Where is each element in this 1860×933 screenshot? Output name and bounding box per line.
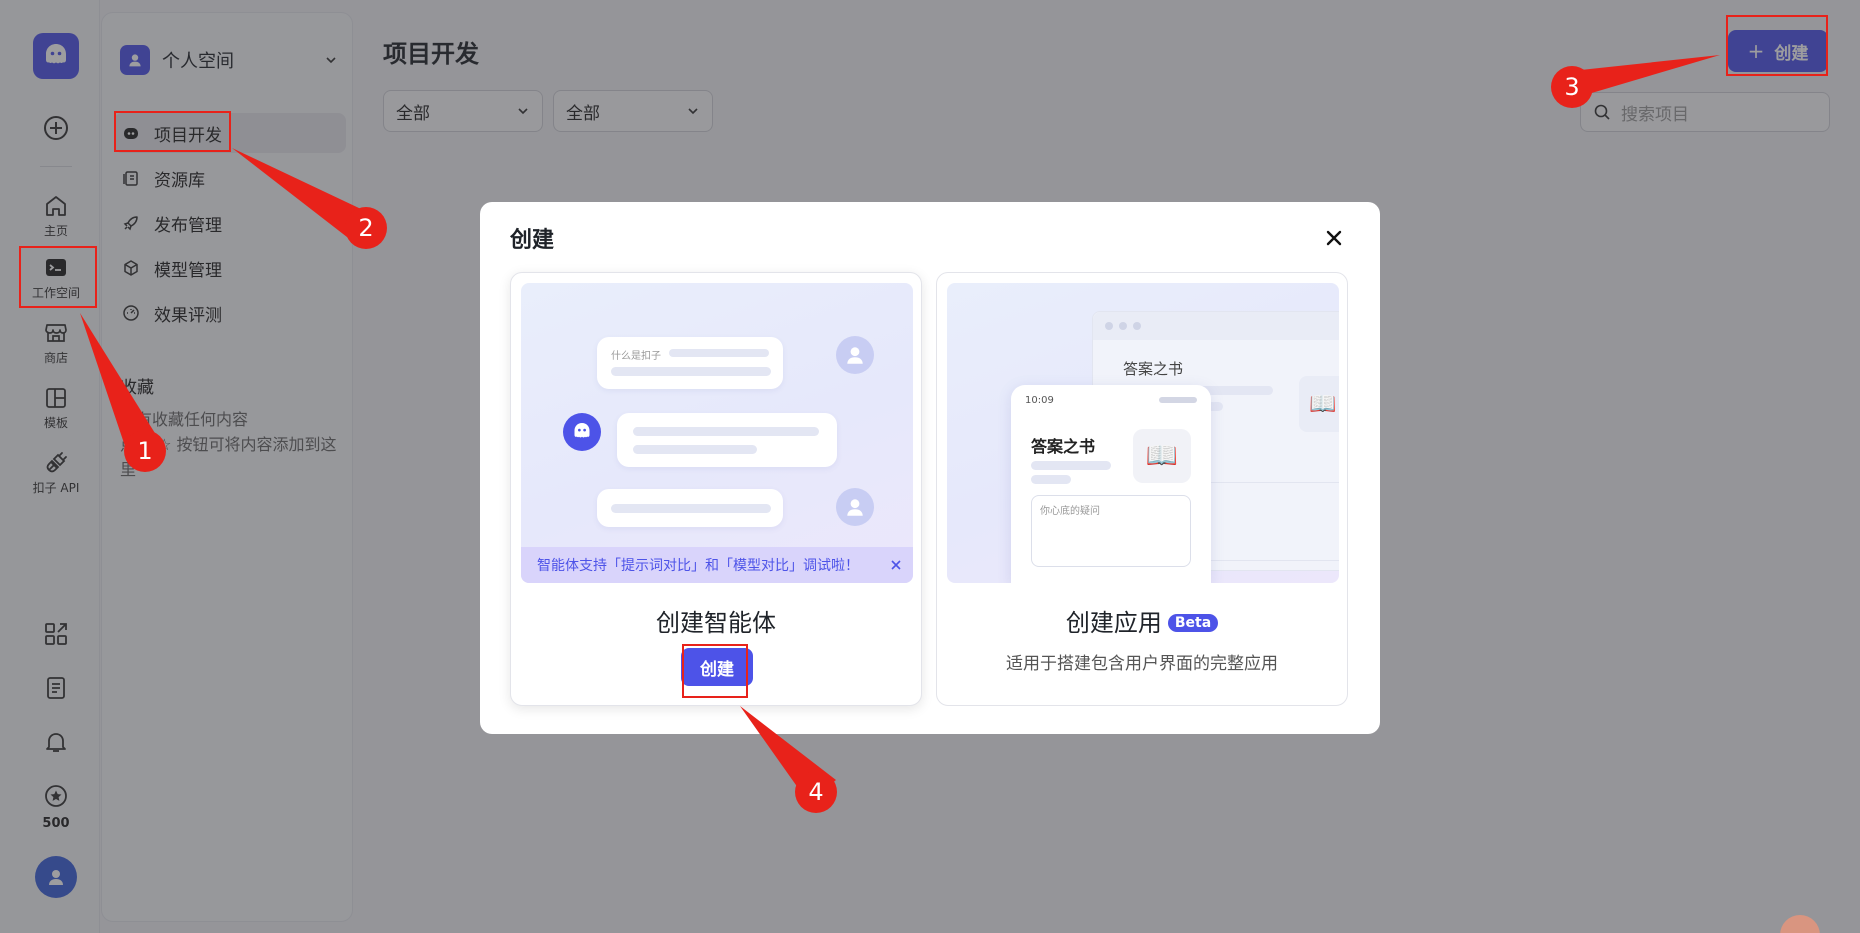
annotation-arrows [80,55,1720,802]
annotation-badge-4: 4 [795,771,837,813]
annotation-badge-2: 2 [345,207,387,249]
annotation-badge-3: 3 [1551,66,1593,108]
annotation-badge-1: 1 [124,430,166,472]
